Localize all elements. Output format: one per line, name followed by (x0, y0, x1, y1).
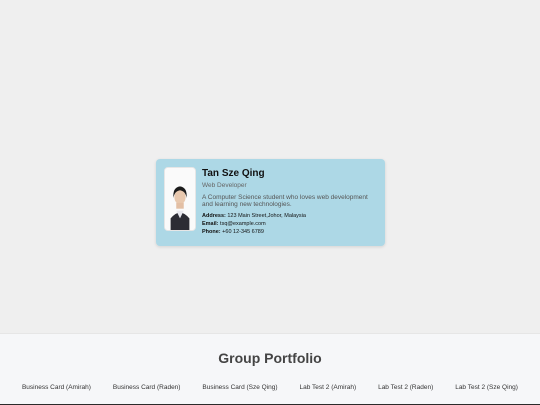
nav-link-lab-test-2-sze-qing[interactable]: Lab Test 2 (Sze Qing) (455, 383, 518, 392)
card-bio: A Computer Science student who loves web… (202, 194, 368, 208)
card-name: Tan Sze Qing (202, 168, 265, 179)
nav-link-business-card-amirah[interactable]: Business Card (Amirah) (22, 383, 91, 392)
card-address-label: Address: (202, 213, 226, 219)
card-address: Address: 123 Main Street,Johor, Malaysia (202, 212, 377, 220)
nav-link-lab-test-2-raden[interactable]: Lab Test 2 (Raden) (378, 383, 433, 392)
card-info: Tan Sze Qing Web Developer A Computer Sc… (202, 167, 377, 238)
card-phone-label: Phone: (202, 229, 221, 235)
portfolio-nav: Business Card (Amirah) Business Card (Ra… (0, 383, 540, 392)
page-canvas: Tan Sze Qing Web Developer A Computer Sc… (0, 0, 540, 333)
card-email: Email: tsq@example.com (202, 220, 377, 228)
footer-title: Group Portfolio (218, 350, 322, 366)
nav-link-business-card-sze-qing[interactable]: Business Card (Sze Qing) (202, 383, 277, 392)
nav-link-business-card-raden[interactable]: Business Card (Raden) (113, 383, 181, 392)
profile-photo (164, 167, 196, 231)
profile-photo-image (165, 168, 195, 230)
card-role: Web Developer (202, 182, 247, 189)
card-phone: Phone: +60 12-345 6789 (202, 228, 377, 236)
business-card: Tan Sze Qing Web Developer A Computer Sc… (156, 159, 385, 246)
card-details: Address: 123 Main Street,Johor, Malaysia… (202, 212, 377, 236)
card-address-value: 123 Main Street,Johor, Malaysia (227, 213, 306, 219)
card-phone-value: +60 12-345 6789 (222, 229, 264, 235)
nav-link-lab-test-2-amirah[interactable]: Lab Test 2 (Amirah) (300, 383, 357, 392)
card-email-value: tsq@example.com (220, 221, 266, 227)
portfolio-footer: Group Portfolio Business Card (Amirah) B… (0, 333, 540, 405)
card-email-label: Email: (202, 221, 219, 227)
